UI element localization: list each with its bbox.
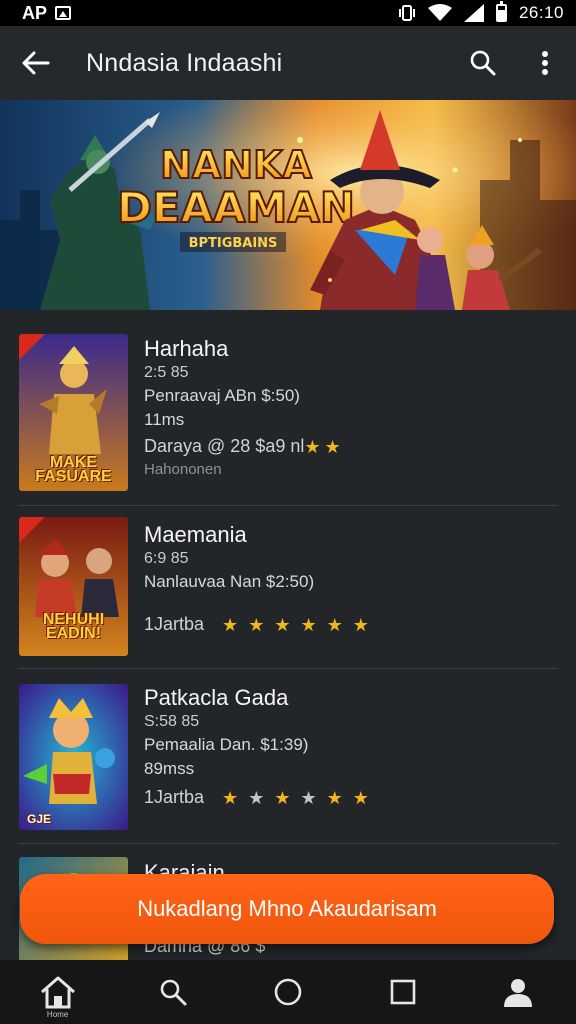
game-thumbnail: MAKE FASUARE [19,334,128,491]
game-title: Patkacla Gada [144,685,289,710]
star-icon: ★ [248,614,265,635]
search-icon [470,50,496,76]
nav-recents[interactable] [367,960,439,1024]
game-thumbnail: GJE [19,684,128,830]
game-title: Maemania [144,522,247,547]
search-icon [160,979,187,1006]
star-rating: ★ ★ ★ ★ ★ ★ [222,616,369,634]
search-button[interactable] [452,26,514,100]
nav-home-label: Home [46,1010,69,1019]
image-notification-icon [55,6,72,20]
list-item[interactable]: GJE Patkacla Gada S:58 85 Pemaalia Dan. … [0,669,576,844]
game-rating: Daraya @ 28 $a9 nl ★ ★ [144,436,556,457]
thumbnail-caption: MAKE FASUARE [35,454,112,485]
game-size: 11ms [144,410,185,429]
hero-title-line1: NANKA [160,143,312,187]
star-icon: ★ [222,614,239,635]
game-developer: Hahononen [144,461,222,478]
primary-action-button[interactable]: Nukadlang Mhno Akaudarisam [20,874,554,944]
app-bar: Nndasia Indaashi [0,26,576,100]
star-icon: ★ [300,787,317,808]
star-icon: ★ [300,614,317,635]
hero-subtitle: BPTIGBAINS [189,236,278,251]
game-meta: 6:9 85 [144,550,189,567]
rating-label: 1Jartba [144,614,205,634]
star-icon: ★ [326,614,343,635]
person-icon [504,979,533,1007]
arrow-back-icon [22,51,50,75]
star-icon: ★ [324,436,341,457]
game-meta: 2:5 85 [144,364,189,381]
star-icon: ★ [304,436,321,457]
battery-icon [495,1,507,22]
nav-system-home[interactable] [252,960,324,1024]
star-rating: ★ ★ [304,438,340,456]
game-price: Nanlauvaa Nan $2:50) [144,572,315,591]
more-vert-icon [542,51,548,75]
nav-search[interactable] [137,960,209,1024]
star-icon: ★ [352,787,369,808]
star-icon: ★ [248,787,265,808]
vibrate-icon [398,5,415,21]
back-button[interactable] [0,26,72,100]
game-rating: 1Jartba ★ ★ ★ ★ ★ ★ [144,787,556,808]
status-bar: AP 26:10 [0,0,576,26]
square-icon [390,979,416,1005]
status-carrier-text: AP [22,2,48,23]
bottom-navigation: Home [0,960,576,1024]
game-rating: 1Jartba ★ ★ ★ ★ ★ ★ [144,614,556,635]
wifi-icon [427,4,452,21]
thumbnail-caption: NEHUHI EADIN! [42,611,105,642]
rating-label: Daraya @ 28 $a9 nl [144,436,305,456]
game-thumbnail: NEHUHI EADIN! [19,517,128,656]
hero-banner[interactable]: NANKA DEAAMAN BPTIGBAINS [0,100,576,310]
game-meta: S:58 85 [144,713,200,730]
page-title: Nndasia Indaashi [86,48,283,77]
star-rating: ★ ★ ★ ★ ★ ★ [222,789,369,807]
rating-label: 1Jartba [144,787,205,807]
game-price: Pemaalia Dan. $1:39) [144,735,309,754]
thumbnail-caption: GJE [26,812,51,826]
home-icon [40,976,75,1009]
game-size: 89mss [144,759,195,778]
circle-icon [274,978,302,1006]
star-icon: ★ [274,614,291,635]
hero-artwork: NANKA DEAAMAN BPTIGBAINS [0,100,576,310]
game-price: Penraavaj ABn $:50) [144,386,300,405]
star-icon: ★ [222,787,239,808]
more-options-button[interactable] [514,26,576,100]
hero-title-line2: DEAAMAN [117,183,355,232]
star-icon: ★ [326,787,343,808]
signal-icon [463,4,484,22]
list-item[interactable]: NEHUHI EADIN! Maemania 6:9 85 Nanlauvaa … [0,506,576,669]
star-icon: ★ [352,614,369,635]
game-list[interactable]: MAKE FASUARE Harhaha 2:5 85 Penraavaj AB… [0,310,576,960]
nav-profile[interactable] [482,960,554,1024]
list-item[interactable]: MAKE FASUARE Harhaha 2:5 85 Penraavaj AB… [0,310,576,506]
nav-home[interactable]: Home [22,960,94,1024]
star-icon: ★ [274,787,291,808]
status-time: 26:10 [518,3,564,22]
game-title: Harhaha [144,336,229,361]
